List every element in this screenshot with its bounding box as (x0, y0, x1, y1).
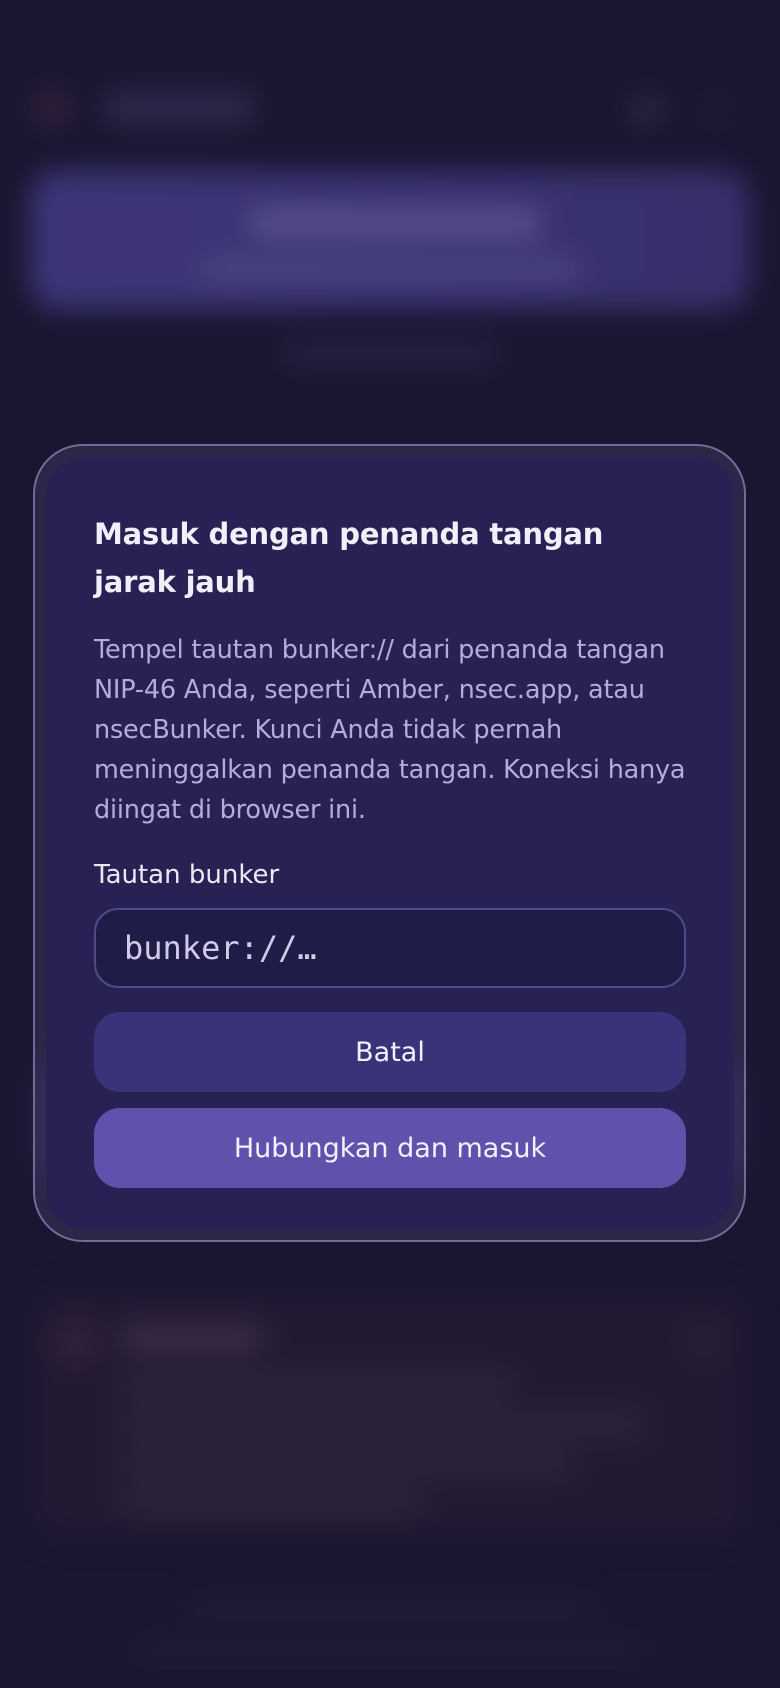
remote-signer-dialog: Masuk dengan penanda tangan jarak jauh T… (46, 458, 734, 1229)
dialog-title: Masuk dengan penanda tangan jarak jauh (94, 517, 604, 599)
connect-and-login-button[interactable]: Hubungkan dan masuk (94, 1108, 686, 1188)
dialog-description: Tempel tautan bunker:// dari penanda tan… (94, 635, 686, 825)
cancel-button[interactable]: Batal (94, 1012, 686, 1092)
bunker-link-label: Tautan bunker (94, 860, 280, 890)
bunker-link-input[interactable] (94, 908, 686, 988)
